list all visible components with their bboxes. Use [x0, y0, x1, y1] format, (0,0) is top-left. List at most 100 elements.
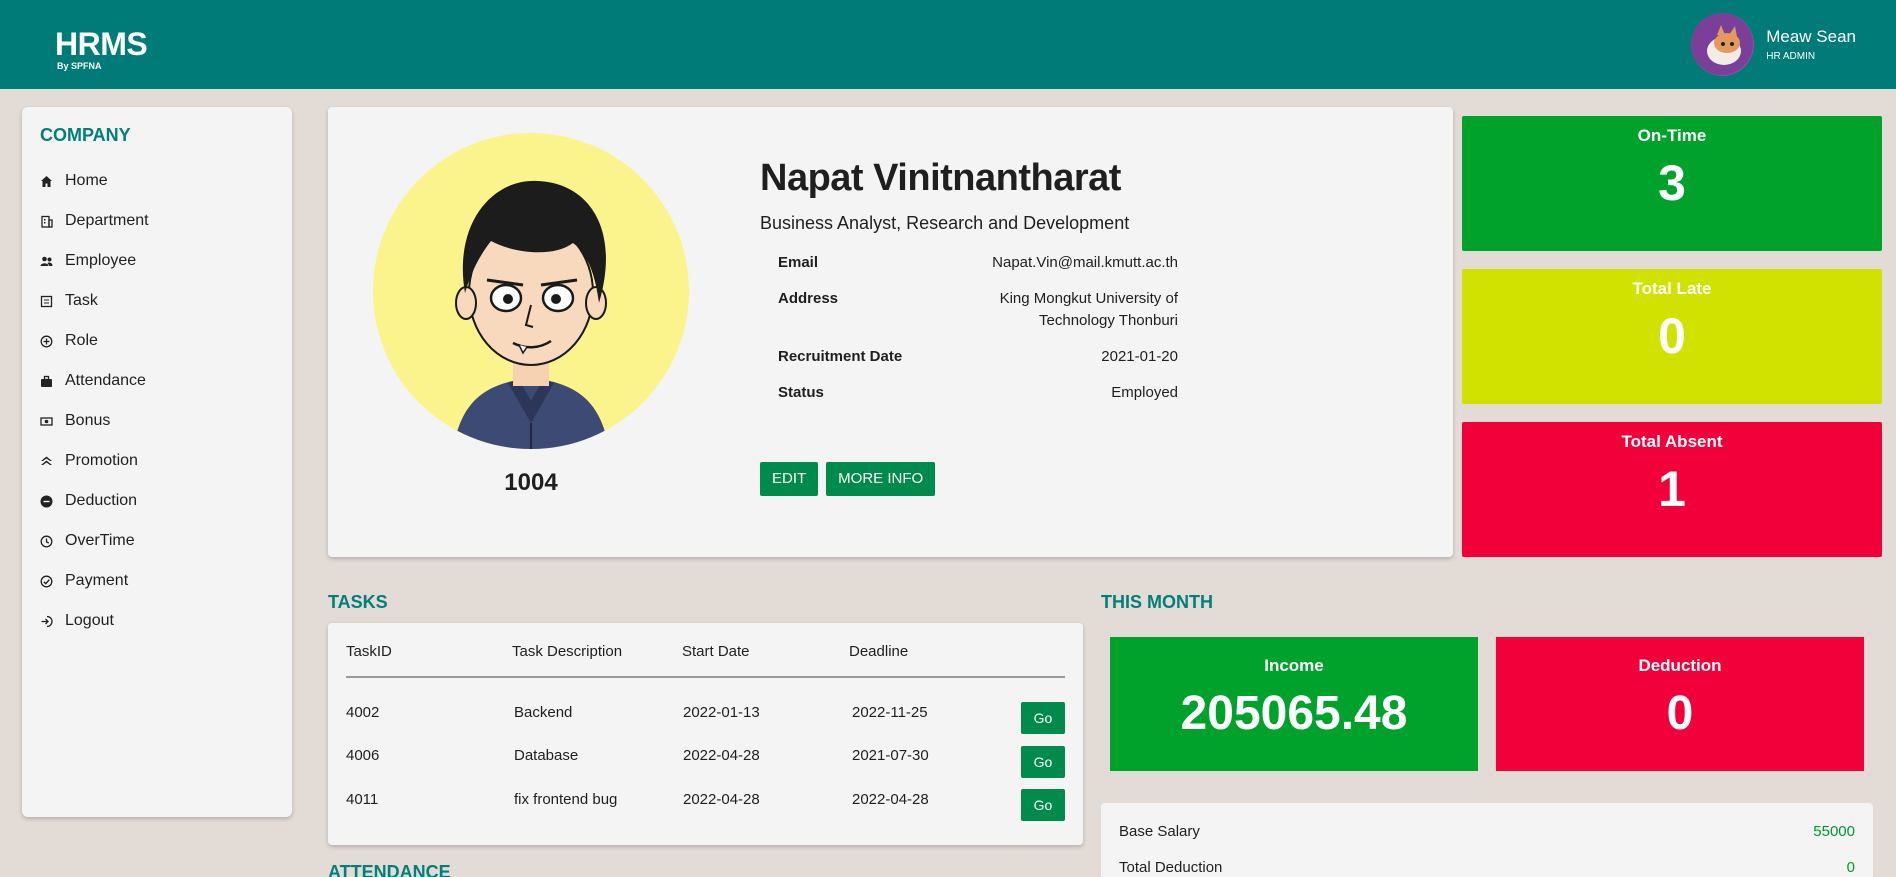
profile-photo	[373, 133, 689, 449]
task-id: 4011	[346, 791, 379, 808]
task-id: 4002	[346, 704, 380, 721]
go-button[interactable]: Go	[1021, 746, 1065, 778]
sidebar-item-label: Employee	[65, 252, 137, 269]
task-start-date: 2022-01-13	[683, 704, 760, 721]
employee-title: Business Analyst, Research and Developme…	[760, 213, 1130, 233]
attendance-heading: ATTENDANCE	[328, 862, 451, 877]
role-icon	[40, 335, 53, 348]
edit-button[interactable]: EDIT	[760, 462, 819, 496]
employee-id: 1004	[504, 469, 558, 496]
task-description: Database	[514, 747, 579, 764]
column-header: Start Date	[682, 643, 750, 660]
user-role: HR ADMIN	[1766, 51, 1816, 62]
base-salary-row: Base Salary 55000	[1119, 823, 1855, 840]
task-description: fix frontend bug	[514, 791, 618, 808]
logo[interactable]: HRMS By SPFNA	[55, 26, 148, 71]
employee-name: Napat Vinitnantharat	[760, 157, 1121, 199]
logo-subtext: By SPFNA	[57, 61, 102, 71]
sidebar-heading: COMPANY	[40, 125, 131, 145]
employee-info: Email Napat.Vin@mail.kmutt.ac.th Address…	[778, 252, 1178, 418]
check-circle-icon	[40, 575, 53, 588]
sidebar-item-label: Promotion	[65, 452, 138, 469]
building-icon	[40, 215, 53, 228]
task-id: 4006	[346, 747, 380, 764]
profile-actions: EDIT MORE INFO	[760, 462, 936, 496]
info-row-email: Email Napat.Vin@mail.kmutt.ac.th	[778, 252, 1178, 274]
stat-value: 0	[1658, 308, 1686, 364]
deduction-value: 0	[1666, 687, 1694, 740]
tasks-heading: TASKS	[328, 592, 388, 612]
sidebar-item-logout[interactable]: Logout	[40, 601, 149, 641]
home-icon	[40, 175, 53, 188]
stat-value: 1	[1658, 461, 1686, 517]
sidebar-item-label: Home	[65, 172, 108, 189]
base-salary-label: Base Salary	[1119, 823, 1200, 840]
sidebar-item-label: Payment	[65, 572, 129, 589]
stat-label: On-Time	[1637, 126, 1707, 145]
minus-circle-icon	[40, 495, 53, 508]
task-description: Backend	[514, 704, 573, 721]
info-value: Employed	[1111, 384, 1178, 401]
total-deduction-value: 0	[1846, 859, 1855, 876]
logo-text: HRMS	[55, 26, 148, 62]
task-deadline: 2022-04-28	[852, 791, 929, 808]
sidebar-item-label: Department	[65, 212, 149, 229]
people-icon	[40, 255, 53, 268]
sidebar-item-promotion[interactable]: Promotion	[40, 441, 149, 481]
sidebar: COMPANY Home Department Employee Task Ro…	[22, 107, 292, 817]
logout-icon	[40, 615, 53, 628]
sidebar-item-overtime[interactable]: OverTime	[40, 521, 149, 561]
task-start-date: 2022-04-28	[683, 791, 760, 808]
cat-avatar-icon	[1691, 13, 1754, 75]
sidebar-menu: Home Department Employee Task Role Atten…	[40, 161, 149, 641]
late-stat-card: Total Late 0	[1462, 269, 1882, 404]
cartoon-avatar-icon	[373, 133, 689, 449]
column-header: TaskID	[346, 643, 392, 660]
absent-stat-card: Total Absent 1	[1462, 422, 1882, 557]
total-deduction-row: Total Deduction 0	[1119, 859, 1855, 876]
info-value: 2021-01-20	[1101, 348, 1178, 365]
sidebar-item-payment[interactable]: Payment	[40, 561, 149, 601]
money-icon	[40, 415, 53, 428]
sidebar-item-label: Bonus	[65, 412, 111, 429]
sidebar-item-home[interactable]: Home	[40, 161, 149, 201]
profile-card: 1004 Napat Vinitnantharat Business Analy…	[328, 107, 1453, 557]
income-card: Income 205065.48	[1110, 637, 1478, 771]
task-start-date: 2022-04-28	[683, 747, 760, 764]
ontime-stat-card: On-Time 3	[1462, 116, 1882, 251]
sidebar-item-label: Task	[65, 292, 98, 309]
table-divider	[346, 676, 1065, 678]
more-info-button[interactable]: MORE INFO	[826, 462, 936, 496]
info-row-recruitment-date: Recruitment Date 2021-01-20	[778, 346, 1178, 368]
promotion-icon	[40, 455, 53, 468]
task-icon	[40, 295, 53, 308]
info-label: Status	[778, 384, 824, 401]
info-row-status: Status Employed	[778, 382, 1178, 404]
sidebar-item-label: OverTime	[65, 532, 135, 549]
sidebar-item-bonus[interactable]: Bonus	[40, 401, 149, 441]
deduction-label: Deduction	[1638, 656, 1722, 675]
info-value: King Mongkut University of Technology Th…	[999, 290, 1178, 329]
stat-label: Total Absent	[1621, 432, 1723, 451]
user-name: Meaw Sean	[1766, 27, 1856, 46]
sidebar-item-label: Role	[65, 332, 98, 349]
briefcase-icon	[40, 375, 53, 388]
sidebar-item-deduction[interactable]: Deduction	[40, 481, 149, 521]
salary-summary: Base Salary 55000 Total Deduction 0	[1101, 803, 1873, 877]
sidebar-item-attendance[interactable]: Attendance	[40, 361, 149, 401]
column-header: Deadline	[849, 643, 909, 660]
top-bar: HRMS By SPFNA Meaw Sean HR ADMIN	[0, 0, 1896, 89]
sidebar-item-task[interactable]: Task	[40, 281, 149, 321]
sidebar-item-employee[interactable]: Employee	[40, 241, 149, 281]
sidebar-item-role[interactable]: Role	[40, 321, 149, 361]
stat-label: Total Late	[1632, 279, 1712, 298]
task-deadline: 2021-07-30	[852, 747, 929, 764]
deduction-card: Deduction 0	[1496, 637, 1864, 771]
sidebar-item-department[interactable]: Department	[40, 201, 149, 241]
go-button[interactable]: Go	[1021, 789, 1065, 821]
info-value: Napat.Vin@mail.kmutt.ac.th	[992, 254, 1178, 271]
user-menu[interactable]: Meaw Sean HR ADMIN	[1691, 13, 1856, 76]
income-value: 205065.48	[1180, 687, 1408, 740]
go-button[interactable]: Go	[1021, 702, 1065, 734]
avatar[interactable]	[1691, 13, 1755, 76]
